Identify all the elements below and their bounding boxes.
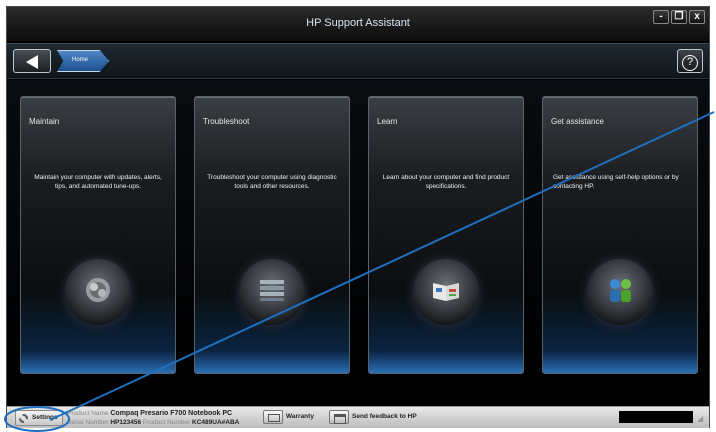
navigation-bar: Home ? [7, 43, 709, 79]
settings-button[interactable]: Settings [15, 410, 63, 426]
gear-icon [19, 414, 28, 423]
resize-grip-icon: ◢ [697, 414, 704, 423]
title-bar: HP Support Assistant - ❐ x [7, 7, 709, 41]
status-footer: Settings Product Name Compaq Presario F7… [7, 406, 709, 428]
restore-button[interactable]: ❐ [671, 10, 687, 24]
card-title: Learn [377, 117, 398, 126]
product-number-label: Product Number [142, 419, 191, 426]
back-button[interactable] [13, 49, 51, 73]
card-title: Troubleshoot [203, 117, 250, 126]
settings-label: Settings [32, 414, 58, 421]
diagnostic-tools-icon [239, 259, 305, 325]
help-button[interactable]: ? [677, 49, 703, 73]
window-controls: - ❐ x [653, 10, 705, 24]
feedback-link[interactable]: Send feedback to HP [352, 413, 417, 420]
minimize-button[interactable]: - [653, 10, 669, 24]
card-description: Get assistance using self-help options o… [553, 174, 679, 190]
warranty-icon[interactable] [263, 410, 283, 424]
people-icon [587, 259, 653, 325]
gears-icon [65, 259, 131, 325]
card-maintain[interactable]: Maintain Maintain your computer with upd… [20, 96, 176, 374]
product-name: Compaq Presario F700 Notebook PC [110, 410, 233, 417]
product-number: KC489UA#ABA [192, 419, 240, 426]
close-button[interactable]: x [689, 10, 705, 24]
serial-number: HP123456 [110, 419, 142, 426]
product-info: Product Name Compaq Presario F700 Notebo… [67, 409, 239, 427]
card-description: Troubleshoot your computer using diagnos… [207, 174, 337, 190]
serial-number-label: Serial Number [67, 419, 109, 426]
feedback-icon[interactable] [329, 410, 349, 424]
card-description: Maintain your computer with updates, ale… [34, 174, 162, 190]
card-troubleshoot[interactable]: Troubleshoot Troubleshoot your computer … [194, 96, 350, 374]
card-get-assistance[interactable]: Get assistance Get assistance using self… [542, 96, 698, 374]
book-icon [413, 259, 479, 325]
main-content: Maintain Maintain your computer with upd… [7, 80, 709, 386]
card-title: Get assistance [551, 117, 604, 126]
warranty-link[interactable]: Warranty [286, 413, 314, 420]
app-window: HP Support Assistant - ❐ x Home ? Mainta… [6, 6, 710, 428]
breadcrumb-label: Home [72, 57, 89, 63]
product-name-label: Product Name [67, 410, 109, 417]
card-learn[interactable]: Learn Learn about your computer and find… [368, 96, 524, 374]
window-title: HP Support Assistant [306, 17, 410, 29]
back-arrow-icon [26, 55, 38, 69]
help-icon: ? [682, 55, 698, 71]
card-description: Learn about your computer and find produ… [382, 174, 510, 190]
card-title: Maintain [29, 117, 60, 126]
progress-bar [619, 411, 693, 423]
breadcrumb-home[interactable]: Home [57, 50, 109, 72]
